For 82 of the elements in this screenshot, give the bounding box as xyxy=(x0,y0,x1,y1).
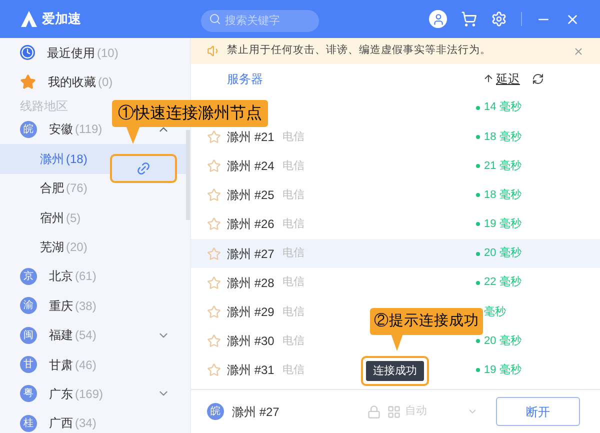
callout-pointer-tooltip xyxy=(391,334,403,351)
carrier-label: 电信 xyxy=(282,363,304,378)
sort-arrow-icon[interactable] xyxy=(483,73,494,84)
carrier-label: 电信 xyxy=(282,304,304,320)
lock-icon[interactable] xyxy=(367,404,381,418)
server-name: 滁州 #28 xyxy=(227,274,274,292)
sidebar-item[interactable]: 我的收藏 (0) xyxy=(0,67,190,97)
latency-value: 21 毫秒 xyxy=(484,158,520,174)
column-header[interactable]: 延迟 xyxy=(496,70,520,88)
province-badge: 京 xyxy=(20,268,37,285)
settings-icon[interactable] xyxy=(491,11,507,27)
sidebar-item[interactable]: 桂 广西 (34) xyxy=(0,408,190,433)
latency-value: 18 毫秒 xyxy=(484,188,520,203)
grid-icon xyxy=(387,404,401,418)
latency-value: 20 毫秒 xyxy=(484,334,520,349)
cart-icon[interactable] xyxy=(461,11,477,27)
server-name: 滁州 #21 xyxy=(227,128,274,146)
latency-value: 22 毫秒 xyxy=(484,274,520,290)
search-icon xyxy=(209,13,221,25)
server-name: 滁州 #26 xyxy=(227,216,274,234)
carrier-label: 电信 xyxy=(282,158,304,174)
refresh-icon[interactable] xyxy=(532,72,544,84)
toast-message: 连接成功 xyxy=(366,361,424,381)
carrier-label: 电信 xyxy=(282,334,304,349)
latency-value: 18 毫秒 xyxy=(484,130,520,145)
carrier-label: 电信 xyxy=(282,188,304,203)
disconnect-button[interactable]: 断开 xyxy=(496,397,580,426)
star-icon[interactable] xyxy=(207,304,221,319)
server-name: 滁州 #25 xyxy=(227,187,274,204)
province-badge: 渝 xyxy=(20,297,37,314)
province-badge: 皖 xyxy=(207,403,224,420)
server-name: 滁州 #27 xyxy=(227,246,274,263)
sidebar-item[interactable]: 渝 重庆 (38) xyxy=(0,291,190,321)
server-name: 滁州 #29 xyxy=(227,304,274,321)
search-field[interactable]: 搜索关键字 xyxy=(201,10,319,32)
callout-pointer-tooltip xyxy=(126,126,140,144)
sidebar-item[interactable]: 合肥 (76) xyxy=(0,174,190,203)
carrier-label: 电信 xyxy=(282,130,304,145)
sidebar-item[interactable]: 芜湖 (20) xyxy=(0,232,190,262)
carrier-label: 电信 xyxy=(282,275,304,290)
star-icon[interactable] xyxy=(207,158,221,173)
server-row[interactable]: 滁州 #27 电信 20 毫秒 xyxy=(191,238,600,268)
province-badge: 粤 xyxy=(20,385,37,402)
star-icon xyxy=(20,74,36,90)
clock-icon xyxy=(20,45,35,60)
star-icon[interactable] xyxy=(207,188,221,202)
sidebar-item[interactable]: 京 北京 (61) xyxy=(0,262,190,292)
latency-value: 毫秒 xyxy=(484,304,507,320)
province-badge: 桂 xyxy=(20,414,37,432)
carrier-label: 电信 xyxy=(282,217,304,232)
connected-server: 滁州 #27 xyxy=(232,404,280,420)
carrier-label: 电信 xyxy=(282,246,304,262)
star-icon[interactable] xyxy=(207,363,221,378)
avatar-icon[interactable] xyxy=(429,10,447,28)
sidebar-item[interactable]: 甘 甘肃 (46) xyxy=(0,350,190,380)
logo-icon xyxy=(20,10,38,28)
server-name: 滁州 #30 xyxy=(227,333,274,350)
sidebar-item[interactable]: 宿州 (5) xyxy=(0,202,190,232)
star-icon[interactable] xyxy=(207,276,221,290)
province-badge: 甘 xyxy=(20,356,37,374)
latency-value: 14 毫秒 xyxy=(484,100,520,116)
column-header: 服务器 xyxy=(227,70,263,88)
latency-value: 20 毫秒 xyxy=(484,246,520,262)
province-badge: 皖 xyxy=(20,120,37,138)
app-title: 爱加速 xyxy=(42,10,81,28)
sidebar-item[interactable]: 粤 广东 (169) xyxy=(0,379,190,409)
section-heading: 线路地区 xyxy=(20,98,68,115)
latency-value: 19 毫秒 xyxy=(484,362,520,378)
latency-value: 19 毫秒 xyxy=(484,216,520,232)
scrollbar-thumb[interactable] xyxy=(186,130,190,220)
notice-text: 禁止用于任何攻击、诽谤、编造虚假事实等非法行为。 xyxy=(227,43,491,58)
sidebar-item[interactable]: 闽 福建 (54) xyxy=(0,320,190,350)
server-name: 滁州 #31 xyxy=(227,362,274,380)
close-icon[interactable] xyxy=(573,46,584,56)
server-name: 滁州 #24 xyxy=(227,158,274,175)
star-icon[interactable] xyxy=(207,217,221,232)
province-badge: 闽 xyxy=(20,326,37,344)
sidebar-item[interactable]: 最近使用 (10) xyxy=(0,38,190,68)
star-icon[interactable] xyxy=(207,334,221,348)
callout-tooltip: ②提示连接成功 xyxy=(370,308,483,335)
star-icon[interactable] xyxy=(207,246,221,261)
star-icon[interactable] xyxy=(207,130,221,144)
